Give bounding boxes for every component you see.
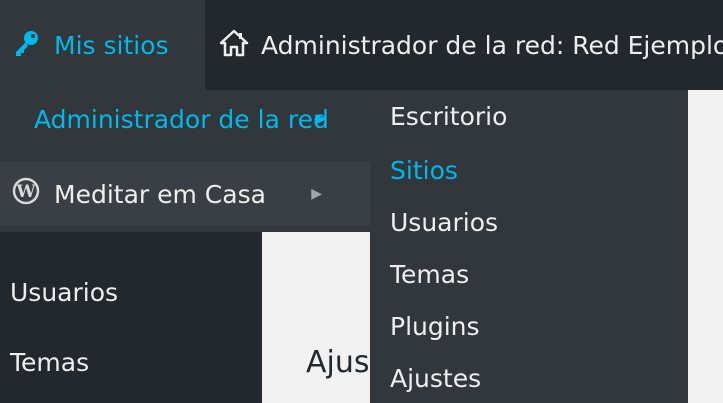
submenu-arrow-icon: ▶ xyxy=(311,186,322,202)
network-admin-site-label: Administrador de la red: Red Ejemplo xyxy=(261,30,723,60)
submenu-arrow-icon: ▶ xyxy=(315,111,326,127)
dropdown-item-site[interactable]: W Meditar em Casa ▶ xyxy=(0,162,372,226)
svg-text:W: W xyxy=(15,182,36,202)
submenu-item-sitios[interactable]: Sitios xyxy=(390,156,458,185)
my-sites-dropdown: Administrador de la red ▶ W Meditar em C… xyxy=(0,90,372,232)
admin-bar: Mis sitios Administrador de la red: Red … xyxy=(0,0,723,90)
submenu-item-escritorio[interactable]: Escritorio xyxy=(390,102,507,131)
my-sites-menu[interactable]: Mis sitios xyxy=(0,0,205,90)
home-icon xyxy=(219,28,249,62)
site-label: Meditar em Casa xyxy=(54,179,266,209)
network-admin-link[interactable]: Administrador de la red: Red Ejemplo xyxy=(205,0,723,90)
wordpress-icon: W xyxy=(12,177,40,211)
key-icon xyxy=(12,28,42,62)
my-sites-label: Mis sitios xyxy=(54,30,169,60)
network-admin-submenu: Escritorio Sitios Usuarios Temas Plugins… xyxy=(370,90,688,403)
sidebar-item-temas[interactable]: Temas xyxy=(10,348,89,377)
dropdown-item-network-admin[interactable]: Administrador de la red ▶ xyxy=(0,90,372,148)
submenu-item-temas[interactable]: Temas xyxy=(390,260,469,289)
submenu-item-usuarios[interactable]: Usuarios xyxy=(390,208,498,237)
submenu-item-plugins[interactable]: Plugins xyxy=(390,312,480,341)
submenu-item-ajustes[interactable]: Ajustes xyxy=(390,364,481,393)
sidebar-item-usuarios[interactable]: Usuarios xyxy=(10,278,118,307)
screen: Ajustes Sitios Usuarios Temas Mis sitios xyxy=(0,0,723,403)
network-admin-label: Administrador de la red xyxy=(34,104,329,134)
